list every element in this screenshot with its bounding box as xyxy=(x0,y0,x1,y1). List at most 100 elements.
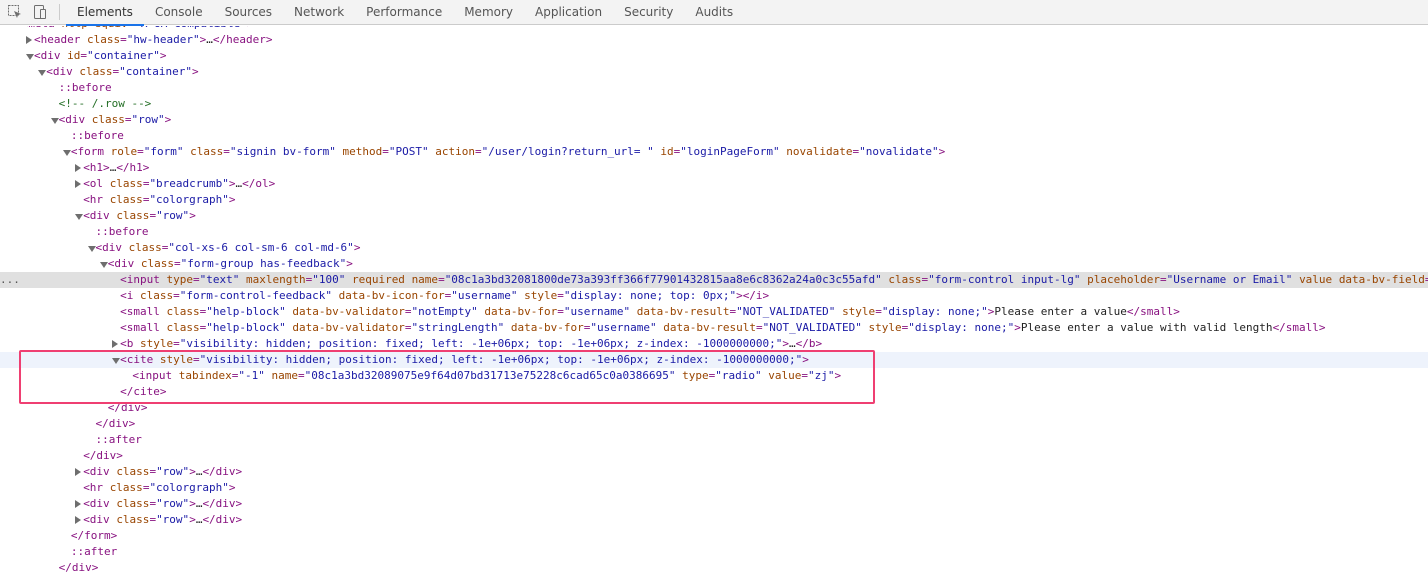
dom-tree-row[interactable]: <cite style="visibility: hidden; positio… xyxy=(0,352,1428,368)
markup-token-tag: </div> xyxy=(95,417,136,430)
dom-node-markup: <div class="row"> xyxy=(83,208,196,224)
dom-tree-row[interactable]: </form> xyxy=(0,528,1428,544)
dom-tree-row[interactable]: <!-- /.row --> xyxy=(0,96,1428,112)
markup-token-attr: class xyxy=(109,177,143,190)
collapse-triangle-icon[interactable] xyxy=(62,150,71,156)
markup-token-tag: </div> xyxy=(107,401,148,414)
markup-token-tag: <cite xyxy=(120,353,154,366)
tab-network[interactable]: Network xyxy=(283,0,355,25)
tab-elements[interactable]: Elements xyxy=(66,0,144,26)
expand-triangle-icon[interactable] xyxy=(75,468,82,476)
markup-token-attr: class xyxy=(116,209,150,222)
dom-tree-row[interactable]: <form role="form" class="signin bv-form"… xyxy=(0,144,1428,160)
markup-token-tag: </header> xyxy=(212,33,273,46)
markup-token-attr: value xyxy=(1299,273,1333,286)
markup-token-val: "08c1a3bd32081800de73a393ff366f779014328… xyxy=(444,273,882,286)
dom-tree-row[interactable]: <div class="row">…</div> xyxy=(0,496,1428,512)
collapse-triangle-icon[interactable] xyxy=(87,246,96,252)
markup-token-attr: type xyxy=(682,369,709,382)
markup-token-tag: <div xyxy=(46,65,73,78)
markup-token-tag: </h1> xyxy=(116,161,150,174)
dom-tree-row[interactable]: <small class = "help-block" data-bv-valida… xyxy=(0,320,1428,336)
row-menu-dots[interactable]: ... xyxy=(0,272,20,288)
dom-tree-row[interactable]: <div class="container"> xyxy=(0,64,1428,80)
tab-security[interactable]: Security xyxy=(613,0,684,25)
tab-memory[interactable]: Memory xyxy=(453,0,524,25)
markup-token-tag: > xyxy=(228,193,236,206)
dom-tree-row[interactable]: <b style="visibility: hidden; position: … xyxy=(0,336,1428,352)
dom-tree-row[interactable]: <div class="row">…</div> xyxy=(0,512,1428,528)
tab-audits[interactable]: Audits xyxy=(684,0,744,25)
markup-token-tag xyxy=(103,177,110,190)
tab-console[interactable]: Console xyxy=(144,0,214,25)
markup-token-val: "X-UA-Compatible" xyxy=(134,26,247,30)
device-toolbar-icon[interactable] xyxy=(32,4,48,20)
expand-triangle-icon[interactable] xyxy=(26,36,32,44)
dom-tree-row[interactable]: ::before xyxy=(0,224,1428,240)
expand-triangle-icon[interactable] xyxy=(75,516,82,524)
tab-performance[interactable]: Performance xyxy=(355,0,453,25)
dom-tree-row[interactable]: <ol class="breadcrumb">…</ol> xyxy=(0,176,1428,192)
tab-application[interactable]: Application xyxy=(524,0,613,25)
inspect-element-icon[interactable] xyxy=(7,4,23,20)
dom-tree-row[interactable]: ::after xyxy=(0,432,1428,448)
markup-token-tag: </div> xyxy=(83,449,123,462)
markup-token-tag: = xyxy=(557,289,564,302)
markup-token-ell: … xyxy=(789,337,796,350)
markup-token-attr: data-bv-icon-for xyxy=(338,289,445,302)
collapse-triangle-icon[interactable] xyxy=(112,358,121,364)
markup-token-tag: <small xyxy=(120,305,160,318)
markup-token-tag: = xyxy=(1159,273,1167,286)
expand-triangle-icon[interactable] xyxy=(75,180,82,188)
expand-triangle-icon[interactable] xyxy=(112,340,119,348)
dom-tree-row[interactable]: <div id="container"> xyxy=(0,48,1428,64)
dom-tree-row[interactable]: <div class="col-xs-6 col-sm-6 col-md-6"> xyxy=(0,240,1428,256)
dom-tree-row[interactable]: </div> xyxy=(0,448,1428,464)
dom-tree-row[interactable]: <small class = "help-block" data-bv-valida… xyxy=(0,304,1428,320)
dom-tree-row[interactable]: <i class="form-control-feedback" data-bv… xyxy=(0,288,1428,304)
markup-token-tag: <div xyxy=(58,113,86,126)
dom-tree-row[interactable]: <div class="form-group has-feedback"> xyxy=(0,256,1428,272)
markup-token-attr: data-bv-for xyxy=(510,321,584,334)
dom-tree-row[interactable]: <div class="row"> xyxy=(0,208,1428,224)
markup-token-attr: class xyxy=(91,113,125,126)
markup-token-tag xyxy=(332,289,339,302)
collapse-triangle-icon[interactable] xyxy=(26,54,34,60)
markup-token-val: "08c1a3bd32089075e9f64d07bd31713e75228c6… xyxy=(304,369,676,382)
markup-token-val: "colorgraph" xyxy=(149,481,229,494)
markup-token-tag: <hr xyxy=(83,193,104,206)
dom-tree-row[interactable]: </div> xyxy=(0,400,1428,416)
dom-tree-row[interactable]: <hr class="colorgraph"> xyxy=(0,192,1428,208)
dom-tree-row[interactable]: <header class="hw-header">…</header> xyxy=(0,32,1428,48)
dom-tree-row[interactable]: <div class="row">…</div> xyxy=(0,464,1428,480)
markup-token-tag xyxy=(122,241,129,254)
dom-node-markup: <ol class="breadcrumb">…</ol> xyxy=(83,176,275,192)
markup-token-tag: <input xyxy=(132,369,173,382)
dom-tree-row[interactable]: ... <input type="text" maxlength="100" re… xyxy=(0,272,1428,288)
dom-tree-row[interactable]: </cite> xyxy=(0,384,1428,400)
dom-tree-row[interactable]: <h1>…</h1> xyxy=(0,160,1428,176)
markup-token-tag: </cite> xyxy=(120,385,167,398)
dom-node-markup: <div class="row">…</div> xyxy=(83,496,242,512)
dom-tree-row[interactable]: </div> xyxy=(0,560,1428,575)
collapse-triangle-icon[interactable] xyxy=(99,262,108,268)
markup-token-tag: > xyxy=(189,497,196,510)
dom-tree-row[interactable]: ::before xyxy=(0,80,1428,96)
markup-token-txt: Please enter a value with valid length xyxy=(1020,321,1273,334)
markup-token-tag: </form> xyxy=(70,529,118,542)
expand-triangle-icon[interactable] xyxy=(75,164,82,172)
tab-sources[interactable]: Sources xyxy=(214,0,283,25)
markup-token-tag: > xyxy=(192,65,199,78)
collapse-triangle-icon[interactable] xyxy=(50,118,59,124)
dom-tree-row[interactable]: <hr class="colorgraph"> xyxy=(0,480,1428,496)
dom-tree-row[interactable]: <input tabindex="-1" name="08c1a3bd32089… xyxy=(0,368,1428,384)
markup-token-attr: name xyxy=(411,273,439,286)
expand-triangle-icon[interactable] xyxy=(75,500,82,508)
collapse-triangle-icon[interactable] xyxy=(38,70,47,76)
dom-tree-row[interactable]: ::after xyxy=(0,544,1428,560)
dom-tree-row[interactable]: <div class="row"> xyxy=(0,112,1428,128)
dom-tree-row[interactable]: </div> xyxy=(0,416,1428,432)
dom-tree-row[interactable]: ::before xyxy=(0,128,1428,144)
markup-token-val: "form-control input-lg" xyxy=(928,273,1081,286)
collapse-triangle-icon[interactable] xyxy=(75,214,84,220)
